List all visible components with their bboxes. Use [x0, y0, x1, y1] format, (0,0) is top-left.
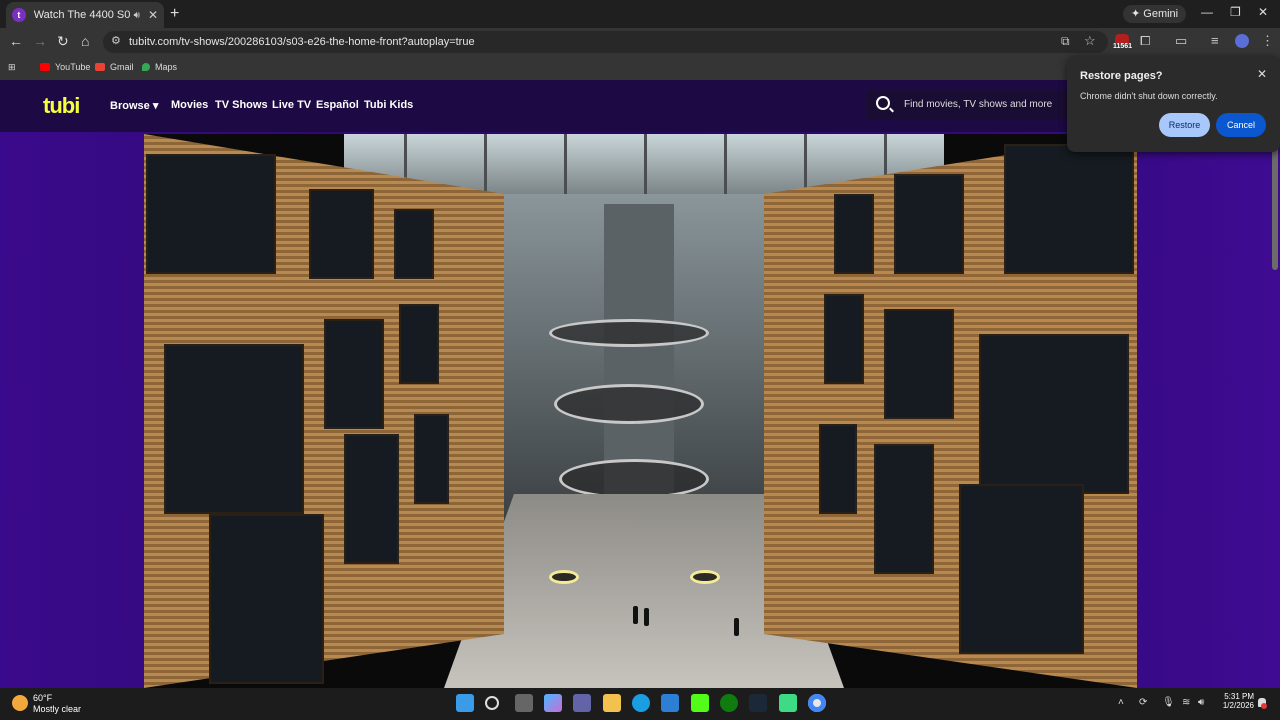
- bookmark-label: Gmail: [110, 62, 134, 72]
- bookmark-star-icon[interactable]: ☆: [1084, 33, 1096, 49]
- nav-tubi-kids[interactable]: Tubi Kids: [364, 99, 413, 111]
- nav-browse[interactable]: Browse ▾: [110, 99, 158, 112]
- edge-icon[interactable]: [632, 694, 650, 712]
- speaker-icon[interactable]: 🔊︎: [134, 10, 140, 21]
- close-icon[interactable]: ✕: [1257, 67, 1267, 81]
- extension-icon: [1115, 34, 1129, 43]
- profile-avatar[interactable]: [1235, 34, 1249, 48]
- side-panel-icon[interactable]: ▭: [1175, 33, 1187, 49]
- home-icon[interactable]: ⌂: [81, 33, 89, 49]
- windows-taskbar: 60°F Mostly clear ˄ ⟳ 🎙︎ ≋ 🔊︎ 5:31 PM 1/…: [0, 688, 1280, 720]
- minimize-icon[interactable]: —: [1201, 5, 1213, 19]
- address-bar[interactable]: ⚙ tubitv.com/tv-shows/200286103/s03-e26-…: [103, 31, 1108, 53]
- toolbar: ← → ↻ ⌂ ⚙ tubitv.com/tv-shows/200286103/…: [0, 28, 1280, 56]
- weather-sun-icon: [12, 695, 28, 711]
- game-app-icon[interactable]: [779, 694, 797, 712]
- file-explorer-icon[interactable]: [603, 694, 621, 712]
- tubi-logo[interactable]: tubi: [43, 93, 80, 119]
- restore-pages-dialog: Restore pages? ✕ Chrome didn't shut down…: [1067, 56, 1280, 152]
- reload-icon[interactable]: ↻: [57, 33, 69, 50]
- nav-live-tv[interactable]: Live TV: [272, 99, 311, 111]
- search-box[interactable]: Find movies, TV shows and more: [866, 90, 1076, 120]
- install-app-icon[interactable]: ⧉: [1061, 34, 1070, 49]
- weather-condition: Mostly clear: [33, 704, 82, 714]
- restore-window-icon[interactable]: ❐: [1230, 5, 1241, 19]
- tray-overflow-icon[interactable]: ˄: [1118, 697, 1124, 708]
- copilot-icon[interactable]: [544, 694, 562, 712]
- close-tab-icon[interactable]: ✕: [148, 8, 158, 22]
- search-taskbar-icon[interactable]: [485, 696, 499, 710]
- xbox-icon[interactable]: [720, 694, 738, 712]
- apps-grid-icon[interactable]: ⊞: [8, 62, 16, 73]
- close-window-icon[interactable]: ✕: [1258, 5, 1268, 19]
- bookmark-label: YouTube: [55, 62, 91, 72]
- extensions-icon[interactable]: ⧠: [1140, 33, 1150, 49]
- dialog-title: Restore pages?: [1080, 70, 1163, 82]
- bookmark-maps[interactable]: Maps: [142, 62, 177, 72]
- bookmark-gmail[interactable]: Gmail: [95, 62, 134, 72]
- clock-date: 1/2/2026: [1222, 701, 1254, 710]
- weather-temperature: 60°F: [33, 693, 53, 703]
- nav-tv-shows[interactable]: TV Shows: [215, 99, 268, 111]
- sync-icon[interactable]: ⟳: [1139, 697, 1147, 708]
- gmail-icon: [95, 63, 105, 71]
- start-icon[interactable]: [456, 694, 474, 712]
- nav-movies[interactable]: Movies: [171, 99, 208, 111]
- search-icon: [876, 96, 890, 110]
- bookmark-youtube[interactable]: YouTube: [40, 62, 90, 72]
- nav-espanol[interactable]: Español: [316, 99, 359, 111]
- youtube-icon: [40, 63, 50, 71]
- screen: t Watch The 4400 S03:E26 - T 🔊︎ ✕ + ✦ Ge…: [0, 0, 1280, 720]
- system-clock[interactable]: 5:31 PM 1/2/2026: [1214, 692, 1254, 710]
- clock-time: 5:31 PM: [1224, 692, 1254, 701]
- cancel-button[interactable]: Cancel: [1216, 113, 1266, 137]
- reading-list-icon[interactable]: ≡: [1211, 33, 1219, 48]
- microphone-icon[interactable]: 🎙︎: [1162, 697, 1175, 708]
- menu-icon[interactable]: ⋮: [1261, 33, 1274, 49]
- task-view-icon[interactable]: [515, 694, 533, 712]
- wifi-icon[interactable]: ≋: [1182, 697, 1190, 708]
- bookmark-label: Maps: [155, 62, 178, 72]
- browser-tab[interactable]: t Watch The 4400 S03:E26 - T 🔊︎ ✕: [6, 2, 164, 28]
- back-icon[interactable]: ←: [9, 33, 23, 49]
- gemini-button[interactable]: ✦ Gemini: [1123, 5, 1187, 23]
- chrome-tab-strip: t Watch The 4400 S03:E26 - T 🔊︎ ✕ + ✦ Ge…: [0, 0, 1280, 28]
- tubi-favicon-icon: t: [12, 8, 26, 22]
- video-player[interactable]: [144, 134, 1137, 688]
- nav-browse-label: Browse: [110, 100, 150, 112]
- search-placeholder[interactable]: Find movies, TV shows and more: [904, 99, 1052, 110]
- steam-icon[interactable]: [749, 694, 767, 712]
- tubi-page: tubi Browse ▾ Movies TV Shows Live TV Es…: [0, 80, 1280, 688]
- video-atrium-center: [494, 194, 784, 524]
- forward-icon[interactable]: →: [33, 33, 47, 49]
- volume-icon[interactable]: 🔊︎: [1198, 697, 1204, 708]
- restore-button[interactable]: Restore: [1159, 113, 1210, 137]
- notification-dot: [1261, 703, 1267, 709]
- new-tab-button[interactable]: +: [170, 5, 179, 23]
- kick-icon[interactable]: [691, 694, 709, 712]
- url-text[interactable]: tubitv.com/tv-shows/200286103/s03-e26-th…: [129, 36, 475, 48]
- extension-badge[interactable]: 11561: [1113, 34, 1133, 52]
- gemini-label: Gemini: [1143, 8, 1179, 20]
- maps-icon: [142, 63, 150, 71]
- tab-title: Watch The 4400 S03:E26 - T: [33, 9, 130, 21]
- site-info-icon[interactable]: ⚙: [111, 34, 121, 47]
- mail-icon[interactable]: [661, 694, 679, 712]
- chrome-icon[interactable]: [808, 694, 826, 712]
- teams-icon[interactable]: [573, 694, 591, 712]
- notification-bell-icon[interactable]: [1258, 698, 1267, 709]
- chevron-down-icon: ▾: [152, 100, 159, 112]
- dialog-message: Chrome didn't shut down correctly.: [1080, 91, 1218, 101]
- extension-badge-count: 11561: [1113, 43, 1133, 50]
